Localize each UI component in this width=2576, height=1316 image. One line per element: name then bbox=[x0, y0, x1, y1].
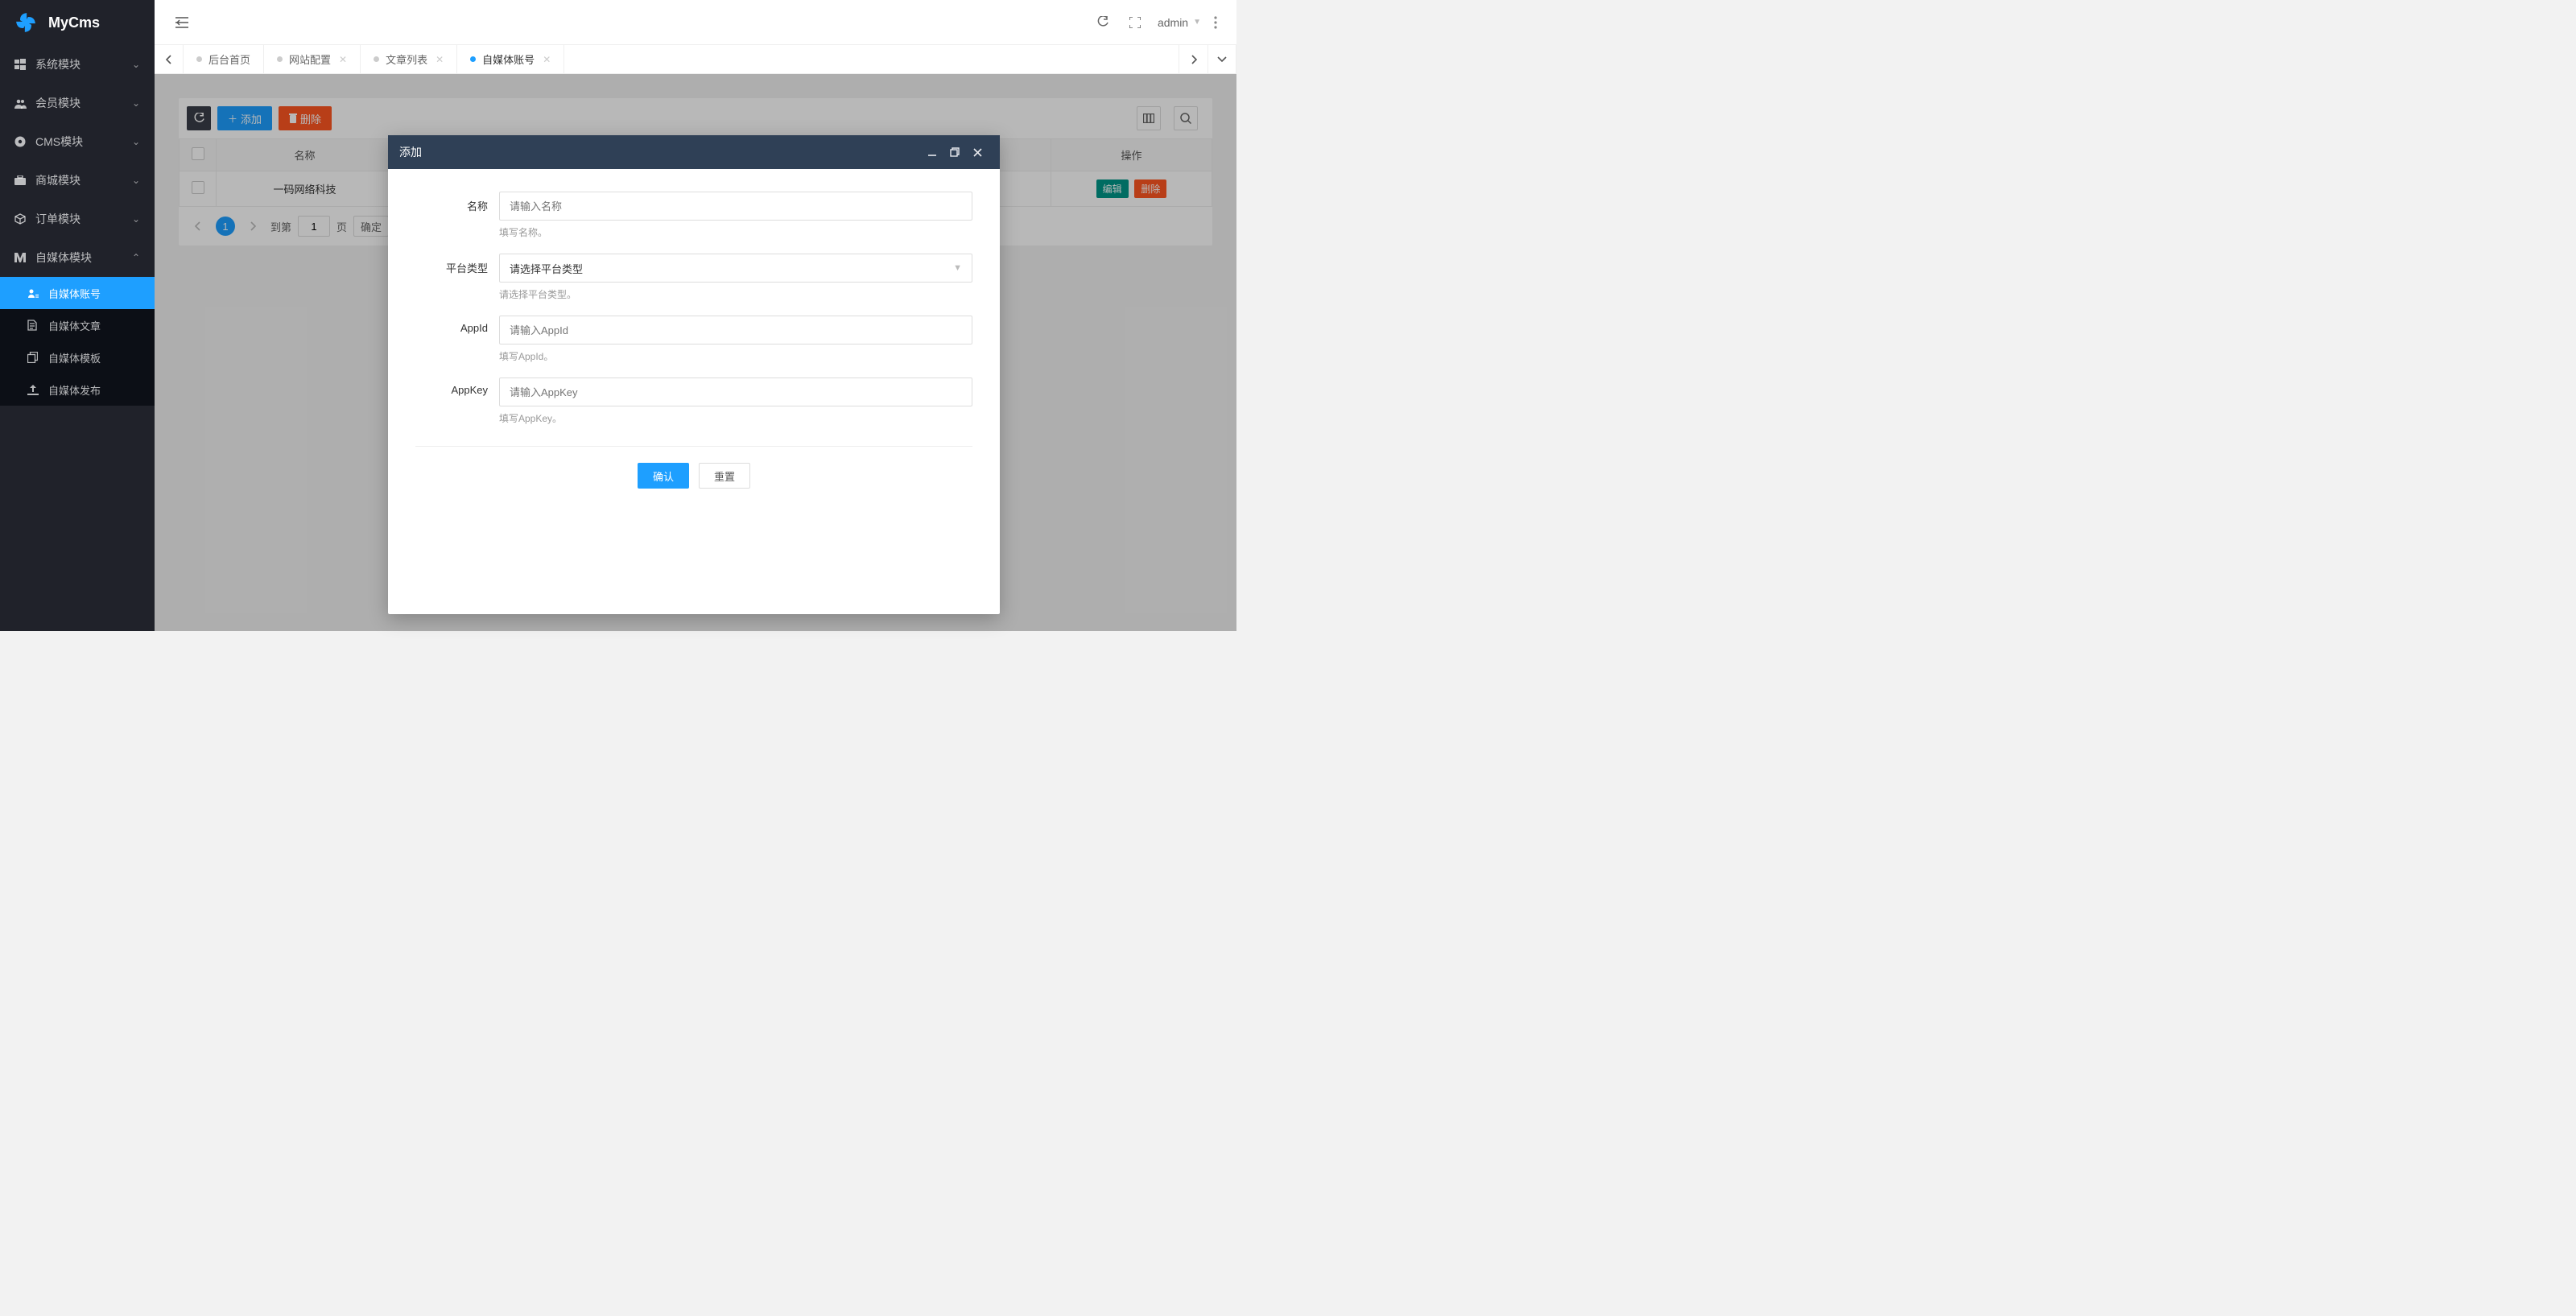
modal-confirm-button[interactable]: 确认 bbox=[638, 463, 689, 489]
tab-scroll-left[interactable] bbox=[155, 45, 184, 73]
sidebar-item-cms[interactable]: CMS模块 ⌄ bbox=[0, 122, 155, 161]
sidebar-submenu-media: 自媒体账号 自媒体文章 自媒体模板 自媒体发布 bbox=[0, 277, 155, 406]
hint-appid: 填写AppId。 bbox=[499, 349, 972, 363]
tab-label: 网站配置 bbox=[289, 52, 331, 67]
upload-icon bbox=[27, 385, 40, 395]
input-name[interactable] bbox=[499, 192, 972, 221]
modal-reset-button[interactable]: 重置 bbox=[699, 463, 750, 489]
users-icon bbox=[14, 98, 27, 109]
user-menu[interactable]: admin ▼ bbox=[1158, 16, 1201, 29]
sidebar: MyCms 系统模块 ⌄ 会员模块 ⌄ CMS模块 ⌄ 商城模块 ⌄ 订单模块 … bbox=[0, 0, 155, 631]
sidebar-item-media-template[interactable]: 自媒体模板 bbox=[0, 341, 155, 373]
tab-home[interactable]: 后台首页 bbox=[184, 45, 264, 73]
tab-menu-dropdown[interactable] bbox=[1208, 45, 1236, 73]
modal-maximize-button[interactable] bbox=[943, 141, 966, 163]
tab-label: 文章列表 bbox=[386, 52, 427, 67]
label-name: 名称 bbox=[415, 192, 499, 213]
input-appkey[interactable] bbox=[499, 377, 972, 406]
modal-close-button[interactable] bbox=[966, 141, 989, 163]
chevron-up-icon: ⌃ bbox=[132, 252, 140, 263]
hint-appkey: 填写AppKey。 bbox=[499, 411, 972, 425]
sidebar-item-system[interactable]: 系统模块 ⌄ bbox=[0, 45, 155, 84]
chevron-down-icon: ⌄ bbox=[132, 213, 140, 225]
username-label: admin bbox=[1158, 16, 1188, 29]
refresh-button[interactable] bbox=[1088, 8, 1117, 37]
sidebar-item-shop[interactable]: 商城模块 ⌄ bbox=[0, 161, 155, 200]
tab-site-config[interactable]: 网站配置 ✕ bbox=[264, 45, 361, 73]
modal-divider bbox=[415, 446, 972, 447]
sidebar-item-media-publish[interactable]: 自媒体发布 bbox=[0, 373, 155, 406]
tab-label: 自媒体账号 bbox=[482, 52, 535, 67]
topbar: admin ▼ bbox=[155, 0, 1236, 45]
user-card-icon bbox=[27, 288, 40, 298]
modal-footer: 确认 重置 bbox=[415, 463, 972, 508]
add-modal: 添加 名称 填写名称。 平台类型 请选择平台类型 ▼ bbox=[388, 135, 1000, 614]
sidebar-toggle[interactable] bbox=[167, 8, 196, 37]
field-appkey: AppKey 填写AppKey。 bbox=[415, 377, 972, 435]
hint-platform: 请选择平台类型。 bbox=[499, 287, 972, 301]
chevron-down-icon: ⌄ bbox=[132, 59, 140, 70]
select-placeholder: 请选择平台类型 bbox=[510, 261, 583, 276]
brand-logo[interactable]: MyCms bbox=[0, 0, 155, 45]
cube-icon bbox=[14, 213, 27, 225]
fullscreen-button[interactable] bbox=[1121, 8, 1150, 37]
label-platform: 平台类型 bbox=[415, 254, 499, 275]
field-name: 名称 填写名称。 bbox=[415, 192, 972, 249]
tab-indicator-icon bbox=[196, 56, 202, 62]
briefcase-icon bbox=[14, 175, 27, 186]
doc-icon bbox=[27, 320, 40, 331]
tab-label: 后台首页 bbox=[208, 52, 250, 67]
pinwheel-icon bbox=[14, 11, 37, 34]
tab-indicator-icon bbox=[374, 56, 379, 62]
sidebar-item-media-article[interactable]: 自媒体文章 bbox=[0, 309, 155, 341]
hint-name: 填写名称。 bbox=[499, 225, 972, 239]
field-appid: AppId 填写AppId。 bbox=[415, 316, 972, 373]
tab-article-list[interactable]: 文章列表 ✕ bbox=[361, 45, 457, 73]
tab-scroll-right[interactable] bbox=[1179, 45, 1208, 73]
select-platform[interactable]: 请选择平台类型 ▼ bbox=[499, 254, 972, 283]
label-appid: AppId bbox=[415, 316, 499, 334]
modal-minimize-button[interactable] bbox=[921, 141, 943, 163]
copy-icon bbox=[27, 352, 40, 363]
caret-down-icon: ▼ bbox=[1193, 18, 1201, 27]
sidebar-item-member[interactable]: 会员模块 ⌄ bbox=[0, 84, 155, 122]
tab-indicator-icon bbox=[470, 56, 476, 62]
field-platform: 平台类型 请选择平台类型 ▼ 请选择平台类型。 bbox=[415, 254, 972, 311]
sidebar-item-order[interactable]: 订单模块 ⌄ bbox=[0, 200, 155, 238]
close-icon[interactable]: ✕ bbox=[339, 54, 347, 65]
tab-indicator-icon bbox=[277, 56, 283, 62]
tab-bar: 后台首页 网站配置 ✕ 文章列表 ✕ 自媒体账号 ✕ bbox=[155, 45, 1236, 74]
sidebar-item-media[interactable]: 自媒体模块 ⌃ bbox=[0, 238, 155, 277]
medium-icon bbox=[14, 253, 27, 262]
tab-media-account[interactable]: 自媒体账号 ✕ bbox=[457, 45, 564, 73]
chevron-down-icon: ⌄ bbox=[132, 97, 140, 109]
input-appid[interactable] bbox=[499, 316, 972, 344]
close-icon[interactable]: ✕ bbox=[543, 54, 551, 65]
chevron-down-icon: ⌄ bbox=[132, 136, 140, 147]
modal-body: 名称 填写名称。 平台类型 请选择平台类型 ▼ 请选择平台类型。 AppId 填… bbox=[388, 169, 1000, 614]
sidebar-item-media-account[interactable]: 自媒体账号 bbox=[0, 277, 155, 309]
modal-titlebar[interactable]: 添加 bbox=[388, 135, 1000, 169]
brand-name: MyCms bbox=[48, 14, 100, 31]
more-menu[interactable] bbox=[1208, 16, 1224, 29]
modal-title-text: 添加 bbox=[399, 144, 422, 160]
close-icon[interactable]: ✕ bbox=[436, 54, 444, 65]
chevron-down-icon: ⌄ bbox=[132, 175, 140, 186]
disc-icon bbox=[14, 136, 27, 147]
windows-icon bbox=[14, 59, 27, 70]
caret-down-icon: ▼ bbox=[953, 263, 962, 273]
label-appkey: AppKey bbox=[415, 377, 499, 396]
